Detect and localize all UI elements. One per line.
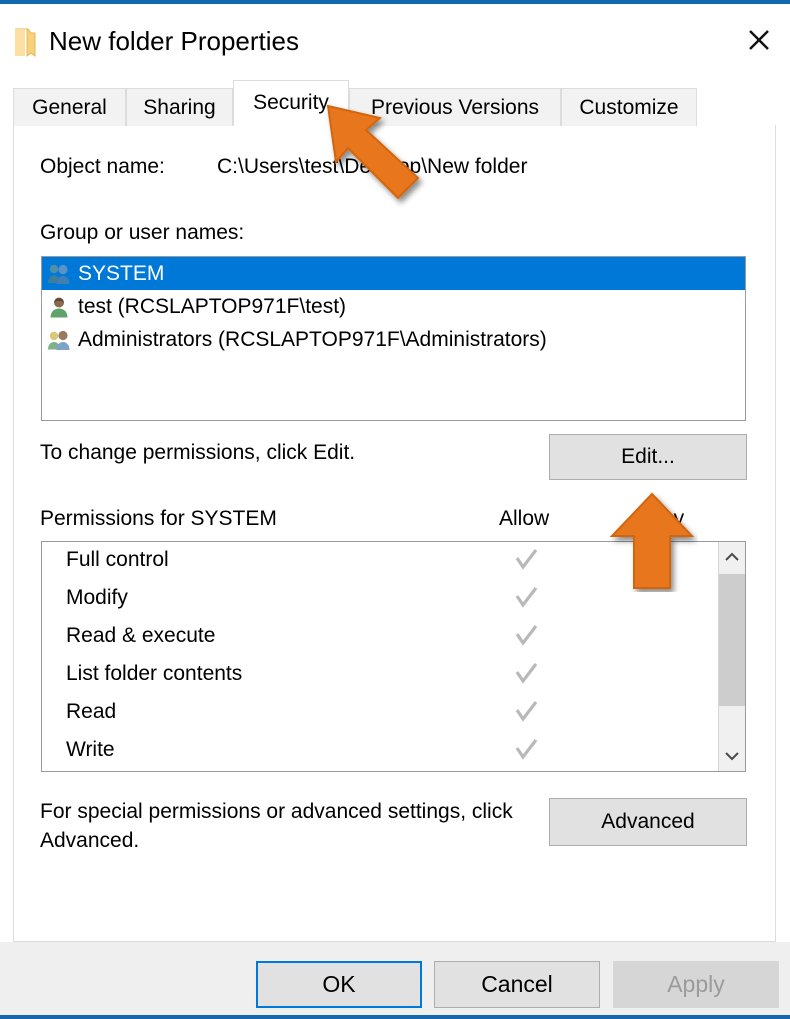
edit-button-label: Edit...	[621, 445, 675, 468]
permission-label: Read	[66, 700, 117, 723]
list-item-label: test (RCSLAPTOP971F\test)	[78, 294, 347, 318]
tab-sharing[interactable]: Sharing	[126, 88, 233, 126]
permission-label: Full control	[66, 548, 169, 571]
table-row[interactable]: Modify	[42, 580, 718, 618]
single-user-icon	[46, 294, 72, 320]
list-item-label: SYSTEM	[78, 261, 165, 285]
list-item[interactable]: test (RCSLAPTOP971F\test)	[42, 290, 745, 323]
properties-dialog: risk.com New folder Properties General S…	[0, 0, 790, 1019]
dialog-footer: OK Cancel Apply	[0, 942, 790, 1015]
advanced-button-label: Advanced	[601, 810, 695, 833]
ok-button[interactable]: OK	[256, 961, 422, 1008]
object-name-label: Object name:	[40, 155, 165, 178]
allow-check-icon[interactable]	[512, 698, 540, 726]
advanced-settings-hint: For special permissions or advanced sett…	[40, 800, 513, 852]
permissions-scrollbar[interactable]	[718, 542, 745, 771]
title-bar: New folder Properties	[0, 8, 790, 76]
tab-label: Customize	[579, 95, 679, 119]
table-row[interactable]: Read	[42, 694, 718, 732]
security-tab-panel: Object name: C:\Users\test\Desktop\New f…	[13, 125, 776, 942]
allow-check-icon[interactable]	[512, 622, 540, 650]
edit-button[interactable]: Edit...	[549, 434, 747, 480]
tab-label: Sharing	[143, 95, 216, 119]
list-item[interactable]: SYSTEM	[42, 257, 745, 290]
permissions-for-label: Permissions for SYSTEM	[40, 507, 277, 530]
advanced-button[interactable]: Advanced	[549, 798, 747, 846]
chevron-up-icon[interactable]	[719, 542, 745, 572]
table-row[interactable]: Full control	[42, 542, 718, 580]
table-row[interactable]: Read & execute	[42, 618, 718, 656]
permission-label: Write	[66, 738, 115, 761]
tab-label: Previous Versions	[370, 95, 540, 119]
allow-check-icon[interactable]	[512, 546, 540, 574]
permission-label: Modify	[66, 586, 128, 609]
tab-general[interactable]: General	[13, 88, 126, 126]
tab-label: General	[32, 95, 107, 119]
tab-strip: General Sharing Security Previous Versio…	[13, 80, 697, 126]
list-item-label: Administrators (RCSLAPTOP971F\Administra…	[78, 327, 547, 351]
allow-check-icon[interactable]	[512, 584, 540, 612]
deny-column-header: ny	[662, 507, 685, 530]
group-or-user-names-label: Group or user names:	[40, 221, 245, 244]
table-row[interactable]: List folder contents	[42, 656, 718, 694]
apply-button-label: Apply	[667, 971, 725, 997]
close-icon[interactable]	[728, 8, 790, 72]
permission-label: Read & execute	[66, 624, 216, 647]
object-name-value: C:\Users\test\Desktop\New folder	[217, 155, 528, 178]
allow-check-icon[interactable]	[512, 660, 540, 688]
group-users-icon	[46, 261, 72, 287]
group-users-icon	[46, 327, 72, 353]
ok-button-label: OK	[322, 971, 356, 997]
tab-previous-versions[interactable]: Previous Versions	[349, 88, 561, 126]
window-title: New folder Properties	[49, 26, 299, 56]
cancel-button-label: Cancel	[481, 971, 553, 997]
permissions-list[interactable]: Full control Modify Read & execute List …	[41, 541, 746, 772]
list-item[interactable]: Administrators (RCSLAPTOP971F\Administra…	[42, 323, 745, 356]
allow-check-icon[interactable]	[512, 736, 540, 764]
tab-customize[interactable]: Customize	[561, 88, 697, 126]
tab-label: Security	[253, 91, 329, 114]
allow-column-header: Allow	[499, 507, 550, 530]
cancel-button[interactable]: Cancel	[434, 961, 600, 1008]
table-row[interactable]: Write	[42, 732, 718, 770]
folder-icon	[15, 28, 36, 57]
chevron-down-icon[interactable]	[719, 741, 745, 771]
group-user-list[interactable]: SYSTEM test (RCSLAPTOP971F\test) Adminis…	[41, 256, 746, 421]
scrollbar-thumb[interactable]	[719, 574, 745, 706]
edit-permissions-hint: To change permissions, click Edit.	[40, 441, 356, 464]
apply-button: Apply	[613, 961, 779, 1008]
tab-security[interactable]: Security	[233, 80, 349, 126]
permission-label: List folder contents	[66, 662, 243, 685]
